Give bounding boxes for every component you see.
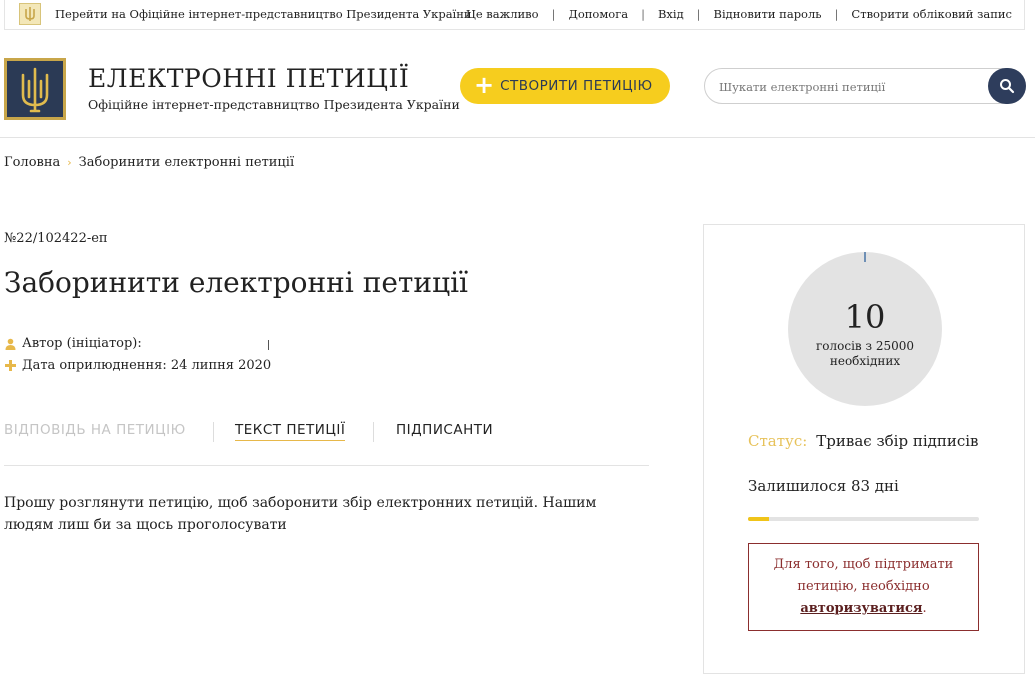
petition-tabs: ВІДПОВІДЬ НА ПЕТИЦІЮ ТЕКСТ ПЕТИЦІЇ ПІДПИ… bbox=[4, 422, 649, 466]
status-value: Триває збір підписів bbox=[816, 432, 979, 450]
days-remaining: Залишилося 83 дні bbox=[748, 477, 899, 495]
breadcrumb: Головна › Заборинити електронні петиції bbox=[4, 155, 294, 170]
votes-required-line1: голосів з 25000 bbox=[815, 339, 915, 353]
create-petition-button[interactable]: + СТВОРИТИ ПЕТИЦІЮ bbox=[460, 68, 670, 104]
breadcrumb-current: Заборинити електронні петиції bbox=[78, 155, 295, 170]
petition-sidebar: 10 голосів з 25000 необхідних Статус: Три… bbox=[703, 224, 1025, 674]
petition-body: Прошу розглянути петицію, щоб заборонити… bbox=[4, 495, 597, 533]
auth-notice: Для того, щоб підтримати петицію, необхі… bbox=[748, 543, 979, 631]
site-title[interactable]: ЕЛЕКТРОННІ ПЕТИЦІЇ bbox=[88, 64, 409, 93]
nav-separator: | bbox=[641, 7, 645, 21]
publish-date: Дата оприлюднення: 24 липня 2020 bbox=[22, 358, 272, 373]
vote-progress-marker bbox=[864, 252, 866, 262]
time-progress-fill bbox=[748, 517, 769, 521]
search-icon bbox=[1000, 79, 1015, 94]
breadcrumb-home[interactable]: Головна bbox=[4, 155, 60, 170]
page-title: Заборинити електронні петиції bbox=[4, 266, 468, 299]
president-site-link[interactable]: Перейти на Офіційне інтернет-представниц… bbox=[55, 7, 472, 21]
top-bar: Перейти на Офіційне інтернет-представниц… bbox=[4, 0, 1025, 30]
author-row: Автор (ініціатор): bbox=[4, 336, 142, 351]
nav-separator: | bbox=[834, 7, 839, 21]
nav-help[interactable]: Допомога bbox=[568, 7, 628, 21]
nav-login[interactable]: Вхід bbox=[658, 7, 684, 21]
site-subtitle: Офіційне інтернет-представництво Президе… bbox=[88, 97, 460, 112]
nav-separator: | bbox=[696, 7, 701, 21]
tab-text[interactable]: ТЕКСТ ПЕТИЦІЇ bbox=[235, 422, 346, 441]
votes-required-line2: необхідних bbox=[829, 354, 901, 368]
auth-link[interactable]: авторизуватися bbox=[800, 601, 922, 616]
status-label: Статус: bbox=[748, 432, 808, 450]
tab-separator bbox=[213, 422, 214, 442]
chevron-right-icon: › bbox=[67, 156, 72, 169]
site-header: ЕЛЕКТРОННІ ПЕТИЦІЇ Офіційне інтернет-пре… bbox=[0, 30, 1035, 138]
petition-number: №22/102422-еп bbox=[4, 231, 108, 246]
tab-separator bbox=[373, 422, 374, 442]
trident-logo-icon[interactable] bbox=[4, 58, 66, 120]
date-row: Дата оприлюднення: 24 липня 2020 bbox=[4, 358, 271, 373]
tab-answer[interactable]: ВІДПОВІДЬ НА ПЕТИЦІЮ bbox=[4, 422, 186, 438]
search-button[interactable] bbox=[988, 68, 1026, 104]
nav-restore-password[interactable]: Відновити пароль bbox=[714, 7, 822, 21]
time-progress-bar bbox=[748, 517, 979, 521]
search-box bbox=[704, 68, 1026, 104]
vote-count: 10 bbox=[844, 298, 886, 336]
search-input[interactable] bbox=[719, 77, 979, 97]
status-row: Статус: Триває збір підписів bbox=[748, 432, 979, 450]
auth-text-line2: петицію, необхідно bbox=[797, 579, 930, 594]
user-icon bbox=[4, 338, 16, 350]
auth-text-tail: . bbox=[922, 601, 927, 616]
tab-text-label: ТЕКСТ ПЕТИЦІЇ bbox=[235, 422, 346, 441]
nav-register[interactable]: Створити обліковий запис bbox=[851, 7, 1012, 21]
top-nav: Це важливо | Допомога | Вхід | Відновити парол… bbox=[466, 7, 1012, 21]
plus-icon: + bbox=[474, 71, 495, 99]
vote-counter: 10 голосів з 25000 необхідних bbox=[788, 252, 942, 406]
tab-signers[interactable]: ПІДПИСАНТИ bbox=[396, 422, 493, 438]
create-petition-label: СТВОРИТИ ПЕТИЦІЮ bbox=[500, 78, 653, 94]
votes-required: голосів з 25000 необхідних bbox=[788, 339, 942, 369]
auth-text-line1: Для того, щоб підтримати bbox=[773, 557, 954, 572]
author-label: Автор (ініціатор): bbox=[22, 336, 142, 351]
nav-separator: | bbox=[551, 7, 556, 21]
nav-important[interactable]: Це важливо bbox=[466, 7, 539, 21]
plus-icon bbox=[4, 360, 16, 372]
text-cursor bbox=[268, 340, 269, 350]
trident-small-icon[interactable] bbox=[19, 3, 41, 25]
